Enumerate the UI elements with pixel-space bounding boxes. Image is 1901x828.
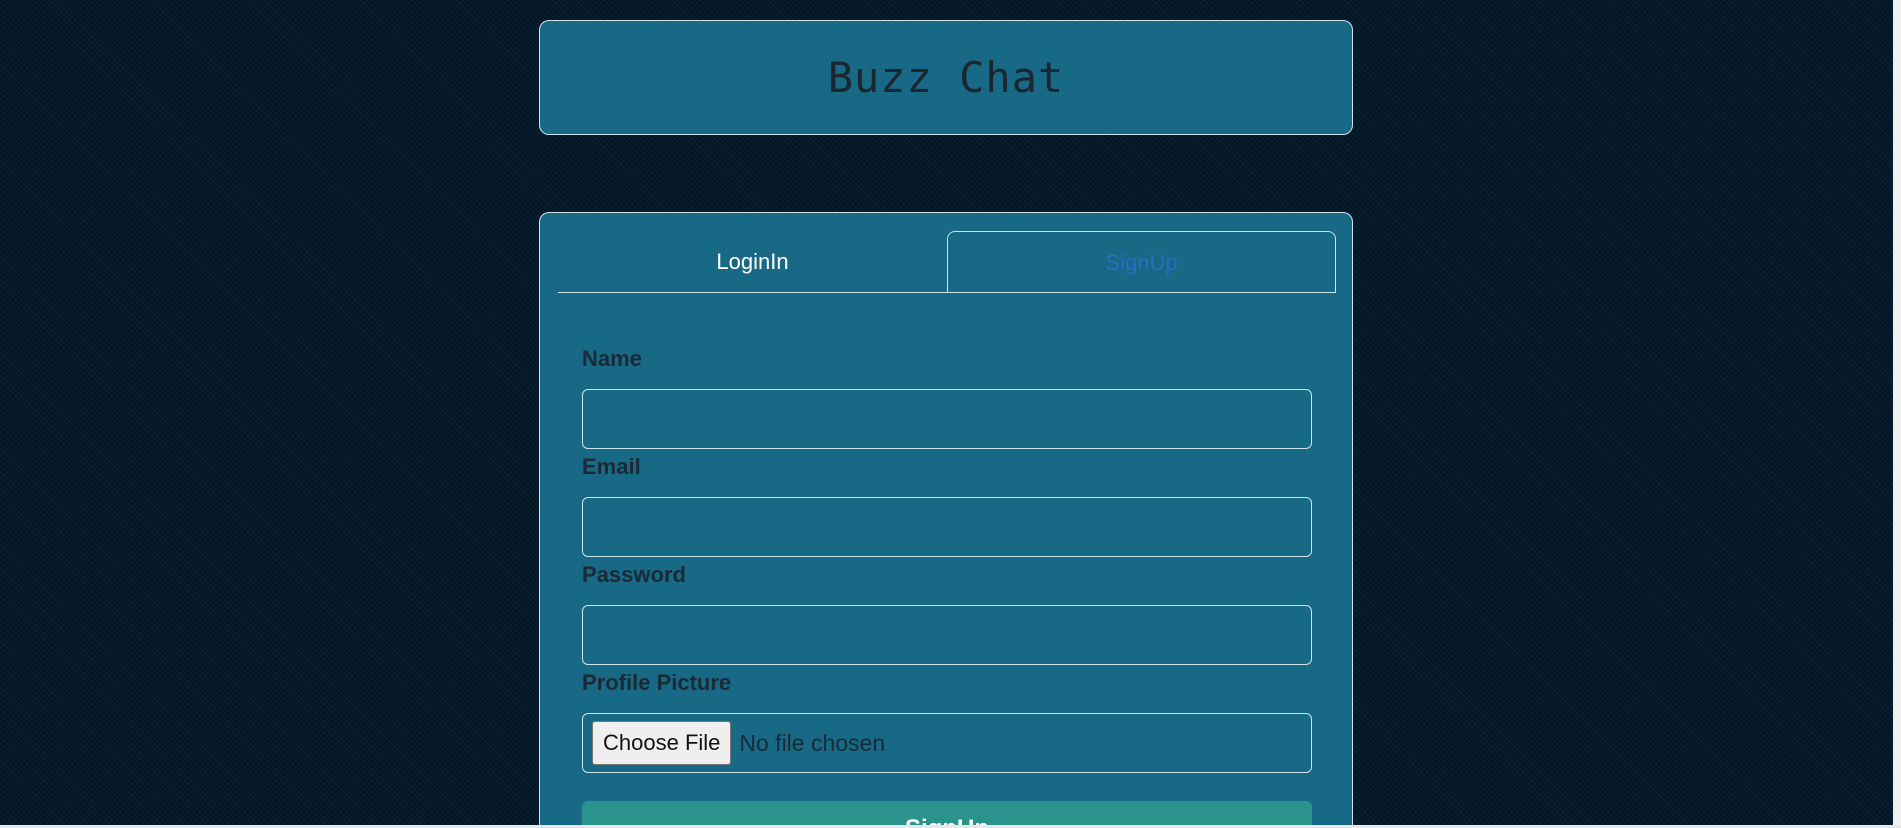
signup-submit-button[interactable]: SignUp (582, 801, 1312, 828)
app-title: Buzz Chat (827, 53, 1065, 102)
email-input[interactable] (582, 497, 1312, 557)
auth-card: LoginIn SignUp Name Email Password Profi… (539, 212, 1353, 828)
file-status-text: No file chosen (739, 729, 886, 756)
profile-picture-label: Profile Picture (582, 670, 732, 695)
name-input[interactable] (582, 389, 1312, 449)
vertical-scrollbar[interactable] (1893, 0, 1901, 828)
email-label: Email (582, 454, 641, 479)
app-header: Buzz Chat (539, 20, 1353, 135)
profile-picture-file-input[interactable]: Choose File No file chosen (582, 713, 1312, 773)
auth-tabs: LoginIn SignUp (558, 231, 1336, 293)
choose-file-button[interactable]: Choose File (592, 721, 732, 765)
name-label: Name (582, 346, 642, 371)
password-label: Password (582, 562, 686, 587)
tab-signup[interactable]: SignUp (947, 231, 1336, 293)
password-input[interactable] (582, 605, 1312, 665)
tab-login[interactable]: LoginIn (558, 231, 947, 293)
